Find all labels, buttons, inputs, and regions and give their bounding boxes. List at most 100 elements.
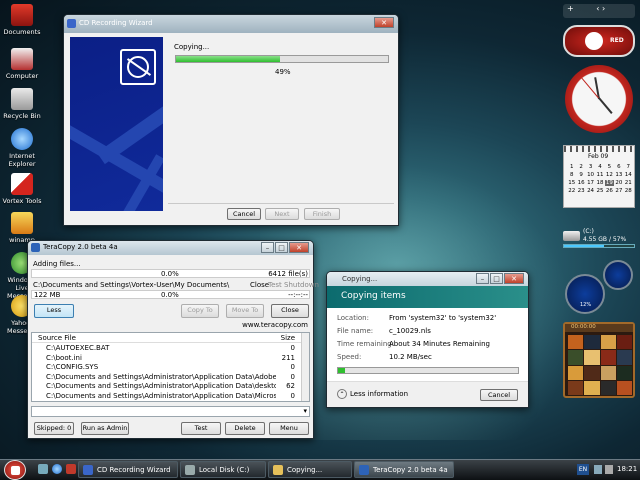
task-copying[interactable]: Copying... xyxy=(268,461,352,478)
calendar-day[interactable]: 14 xyxy=(624,172,633,178)
calendar-gadget[interactable]: Feb 09 1 2 3 4 5 6 7 8 9 10 11 12 13 14 15 16 17 18 19 20 21… xyxy=(563,145,635,208)
desktop-icon-documents[interactable]: Documents xyxy=(0,4,44,36)
internet-explorer-icon[interactable] xyxy=(52,464,62,474)
test-button[interactable]: Test xyxy=(181,422,221,435)
close-button[interactable]: ✕ xyxy=(374,17,394,28)
row-size: 0 xyxy=(290,372,295,381)
calendar-day[interactable]: 23 xyxy=(576,188,585,194)
total-size: 122 MB xyxy=(34,291,61,299)
next-button[interactable]: Next xyxy=(265,208,299,220)
chevron-up-icon[interactable]: ⌃ xyxy=(337,389,347,399)
chevron-left-icon[interactable]: ‹ xyxy=(596,4,599,13)
file-list[interactable]: Source File Size C:\AUTOEXEC.BAT 0 C:\boot… xyxy=(31,332,310,402)
calendar-days: 1 2 3 4 5 6 7 8 9 10 11 12 13 14 15 16 17 18 19 20 21 22 23 24 2… xyxy=(567,162,633,194)
calendar-day[interactable]: 4 xyxy=(595,164,604,170)
table-row[interactable]: C:\boot.ini 211 xyxy=(32,353,309,363)
show-desktop-icon[interactable] xyxy=(38,464,48,474)
website-link[interactable]: www.teracopy.com xyxy=(242,321,308,329)
table-row[interactable]: C:\CONFIG.SYS 0 xyxy=(32,362,309,372)
title-bar[interactable]: CD Recording Wizard ✕ xyxy=(64,15,398,33)
close-option[interactable]: Close xyxy=(250,281,269,289)
calendar-day[interactable]: 1 xyxy=(567,164,576,170)
quick-launch-icon[interactable] xyxy=(66,464,76,474)
sidebar-controls[interactable]: + ‹ › xyxy=(563,4,635,18)
add-gadget-icon[interactable]: + xyxy=(567,4,574,13)
desktop-icon-vortex-tools[interactable]: Vortex Tools xyxy=(0,173,44,205)
calendar-day[interactable]: 19 xyxy=(604,180,615,186)
task-teracopy[interactable]: TeraCopy 2.0 beta 4a xyxy=(354,461,454,478)
title-bar[interactable]: Copying... – □ ✕ xyxy=(327,272,528,286)
calendar-day[interactable]: 12 xyxy=(605,172,614,178)
move-to-button[interactable]: Move To xyxy=(226,304,264,318)
desktop-icon-computer[interactable]: Computer xyxy=(0,48,44,80)
title-bar[interactable]: TeraCopy 2.0 beta 4a – □ ✕ xyxy=(28,241,313,255)
calendar-month[interactable]: Feb 09 xyxy=(588,153,608,160)
desktop-icon-recycle-bin[interactable]: Recycle Bin xyxy=(0,88,44,120)
language-indicator[interactable]: EN xyxy=(577,464,589,475)
drive-icon xyxy=(185,465,195,475)
task-local-disk[interactable]: Local Disk (C:) xyxy=(180,461,266,478)
start-button[interactable] xyxy=(4,460,26,480)
calendar-day[interactable]: 9 xyxy=(576,172,585,178)
test-option[interactable]: Test xyxy=(268,281,282,289)
desktop-icon-internet-explorer[interactable]: Internet Explorer xyxy=(0,128,44,168)
task-cd-recording-wizard[interactable]: CD Recording Wizard xyxy=(78,461,178,478)
calendar-day[interactable]: 18 xyxy=(595,180,604,186)
calendar-day[interactable]: 22 xyxy=(567,188,576,194)
puzzle-grid[interactable] xyxy=(568,335,632,395)
maximize-button[interactable]: □ xyxy=(275,242,288,253)
close-button[interactable]: ✕ xyxy=(289,242,309,253)
calendar-day[interactable]: 28 xyxy=(624,188,633,194)
puzzle-gadget[interactable]: 00:00:00 xyxy=(563,322,635,398)
cancel-button[interactable]: Cancel xyxy=(227,208,261,220)
close-button[interactable]: ✕ xyxy=(504,273,524,284)
calendar-day[interactable]: 15 xyxy=(567,180,576,186)
calendar-day[interactable]: 5 xyxy=(605,164,614,170)
chevron-right-icon[interactable]: › xyxy=(602,4,605,13)
less-button[interactable]: Less xyxy=(34,304,74,318)
volume-icon[interactable] xyxy=(605,465,613,474)
less-information-link[interactable]: Less information xyxy=(350,390,408,398)
calendar-day[interactable]: 26 xyxy=(605,188,614,194)
calendar-day[interactable]: 10 xyxy=(586,172,595,178)
calendar-day[interactable]: 27 xyxy=(614,188,623,194)
scrollbar[interactable] xyxy=(301,333,309,401)
table-row[interactable]: C:\Documents and Settings\Administrator\… xyxy=(32,391,309,401)
calendar-day[interactable]: 24 xyxy=(586,188,595,194)
calendar-day[interactable]: 8 xyxy=(567,172,576,178)
cancel-button[interactable]: Cancel xyxy=(480,389,518,401)
network-icon[interactable] xyxy=(594,465,602,474)
calendar-day[interactable]: 16 xyxy=(576,180,585,186)
column-source[interactable]: Source File xyxy=(38,334,76,342)
minimize-button[interactable]: – xyxy=(261,242,274,253)
calendar-day[interactable]: 3 xyxy=(586,164,595,170)
table-row[interactable]: C:\AUTOEXEC.BAT 0 xyxy=(32,343,309,353)
calendar-day[interactable]: 25 xyxy=(595,188,604,194)
calendar-day[interactable]: 6 xyxy=(614,164,623,170)
delete-button[interactable]: Delete xyxy=(225,422,265,435)
shutdown-option[interactable]: Shutdown xyxy=(284,281,319,289)
close-button[interactable]: Close xyxy=(271,304,309,318)
copy-to-button[interactable]: Copy To xyxy=(181,304,219,318)
column-size[interactable]: Size xyxy=(281,334,295,342)
table-row[interactable]: C:\Documents and Settings\Administrator\… xyxy=(32,381,309,391)
clock-time[interactable]: 18:21 xyxy=(617,465,637,473)
folder-icon xyxy=(273,465,283,475)
maximize-button[interactable]: □ xyxy=(490,273,503,284)
calendar-day[interactable]: 11 xyxy=(595,172,604,178)
calendar-day[interactable]: 21 xyxy=(624,180,633,186)
table-row[interactable]: C:\Documents and Settings\Administrator\… xyxy=(32,372,309,382)
calendar-day[interactable]: 2 xyxy=(576,164,585,170)
calendar-day[interactable]: 17 xyxy=(586,180,595,186)
calendar-day[interactable]: 7 xyxy=(624,164,633,170)
minimize-button[interactable]: – xyxy=(476,273,489,284)
calendar-day[interactable]: 20 xyxy=(614,180,623,186)
finish-button[interactable]: Finish xyxy=(304,208,340,220)
run-as-admin-button[interactable]: Run as Admin xyxy=(81,422,129,435)
destination-combo[interactable]: ▾ xyxy=(31,406,310,417)
time-label: Time remaining: xyxy=(337,340,395,348)
calendar-day[interactable]: 13 xyxy=(614,172,623,178)
menu-button[interactable]: Menu xyxy=(269,422,309,435)
skipped-button[interactable]: Skipped: 0 xyxy=(34,422,74,435)
chevron-down-icon[interactable]: ▾ xyxy=(303,407,307,415)
